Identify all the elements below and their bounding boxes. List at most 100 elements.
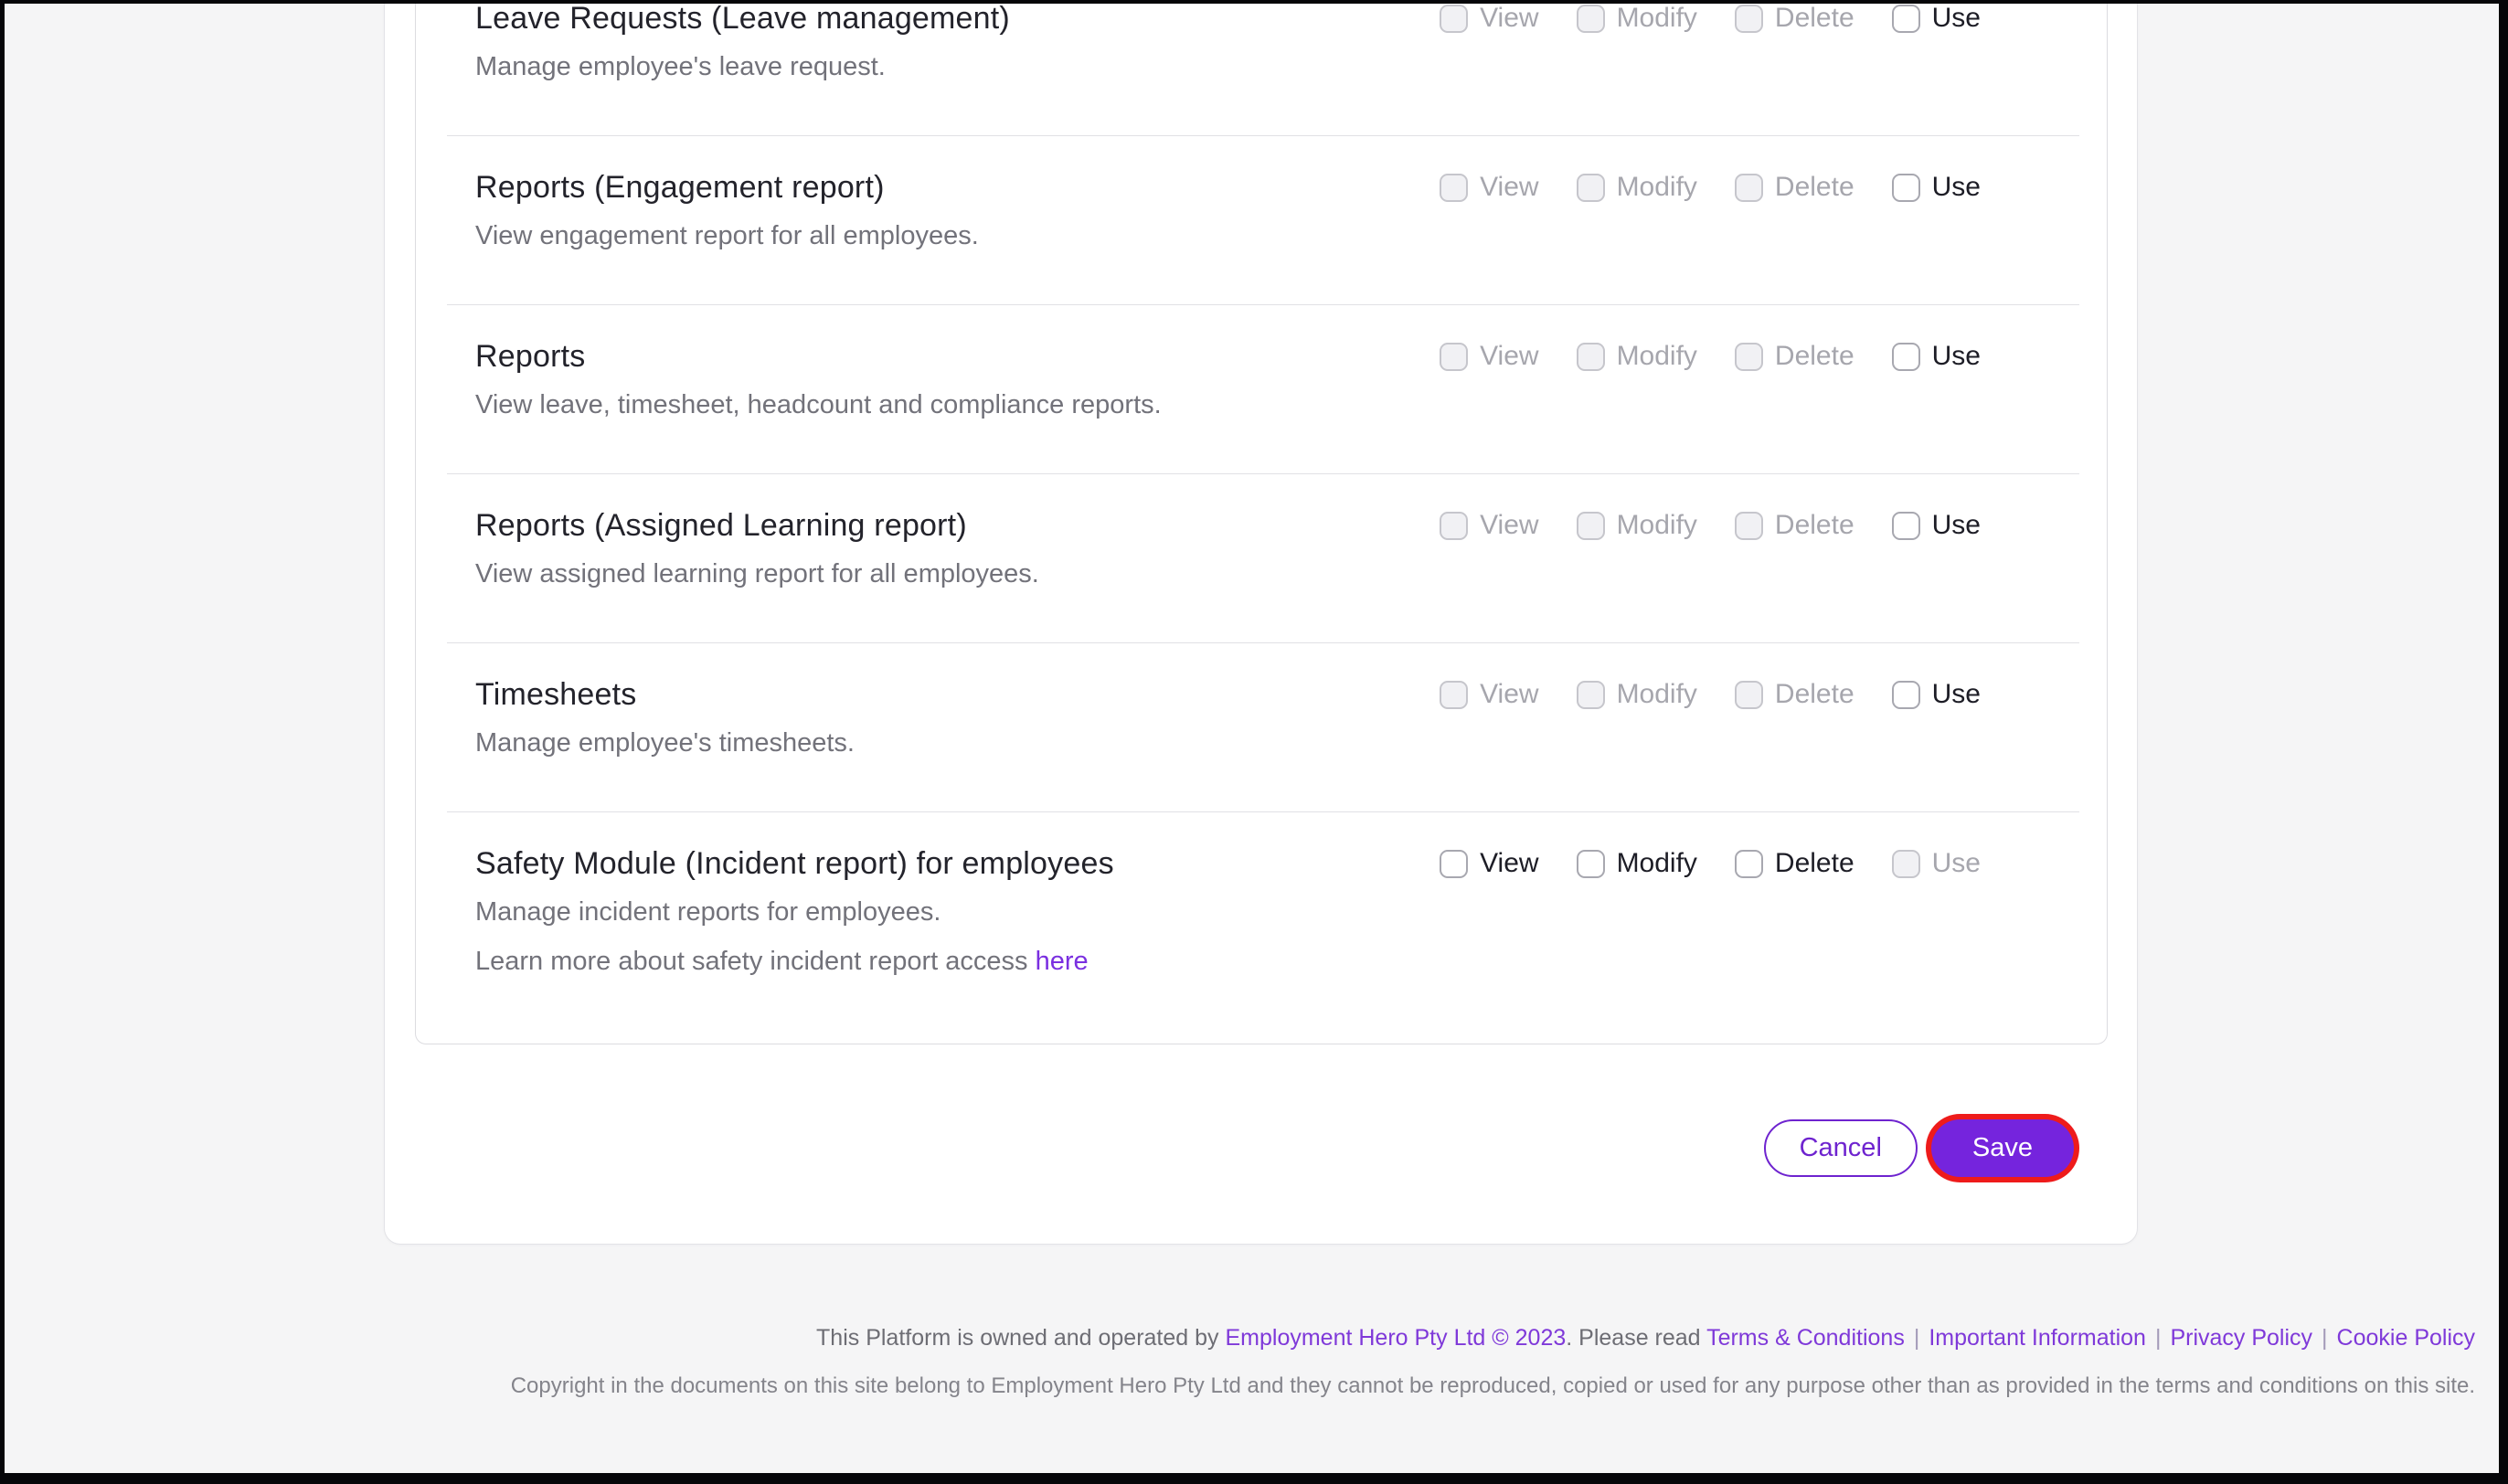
checkbox-view[interactable]: View (1440, 679, 1538, 710)
footer-link-terms[interactable]: Terms & Conditions (1706, 1325, 1905, 1351)
permission-title: Reports (Engagement report) (475, 167, 1403, 207)
checkbox-box[interactable] (1892, 343, 1920, 371)
checkbox-modify[interactable]: Modify (1577, 341, 1697, 372)
checkbox-use[interactable]: Use (1892, 679, 1981, 710)
permission-title: Reports (475, 336, 1403, 376)
footer-legal-line: This Platform is owned and operated by E… (373, 1323, 2475, 1352)
checkbox-box[interactable] (1440, 174, 1468, 202)
checkbox-label: Use (1932, 679, 1981, 710)
checkbox-box[interactable] (1440, 512, 1468, 540)
footer-separator: | (1914, 1325, 1920, 1351)
checkbox-use[interactable]: Use (1892, 848, 1981, 879)
checkbox-use[interactable]: Use (1892, 172, 1981, 203)
checkbox-box[interactable] (1440, 850, 1468, 878)
permission-checkboxes: View Modify Delete Use (1440, 510, 1981, 541)
checkbox-label: Use (1932, 848, 1981, 879)
learn-more-link[interactable]: here (1036, 947, 1089, 976)
checkbox-modify[interactable]: Modify (1577, 510, 1697, 541)
footer-link-privacy-policy[interactable]: Privacy Policy (2170, 1325, 2312, 1351)
checkbox-box[interactable] (1440, 5, 1468, 33)
checkbox-box[interactable] (1735, 343, 1763, 371)
footer-link-important-information[interactable]: Important Information (1929, 1325, 2146, 1351)
permission-description: Manage employee's leave request. (475, 49, 1403, 84)
checkbox-label: Use (1932, 341, 1981, 372)
permission-info: Reports (Engagement report) View engagem… (475, 167, 1440, 253)
checkbox-view[interactable]: View (1440, 510, 1538, 541)
checkbox-delete[interactable]: Delete (1735, 172, 1854, 203)
checkbox-label: Delete (1775, 172, 1854, 203)
checkbox-label: Delete (1775, 679, 1854, 710)
checkbox-delete[interactable]: Delete (1735, 341, 1854, 372)
permission-info: Safety Module (Incident report) for empl… (475, 843, 1440, 979)
checkbox-label: Delete (1775, 341, 1854, 372)
checkbox-box[interactable] (1735, 512, 1763, 540)
save-button[interactable]: Save (1931, 1119, 2074, 1177)
checkbox-box[interactable] (1577, 512, 1605, 540)
permission-title: Safety Module (Incident report) for empl… (475, 843, 1403, 884)
checkbox-view[interactable]: View (1440, 848, 1538, 879)
checkbox-delete[interactable]: Delete (1735, 4, 1854, 34)
checkbox-delete[interactable]: Delete (1735, 848, 1854, 879)
checkbox-label: Modify (1617, 4, 1697, 34)
permissions-card: Leave Requests (Leave management) Manage… (384, 4, 2138, 1245)
checkbox-modify[interactable]: Modify (1577, 4, 1697, 34)
checkbox-use[interactable]: Use (1892, 510, 1981, 541)
checkbox-label: Use (1932, 4, 1981, 34)
checkbox-box[interactable] (1892, 512, 1920, 540)
permission-description: View engagement report for all employees… (475, 218, 1403, 253)
footer-text: This Platform is owned and operated by (816, 1325, 1225, 1351)
checkbox-box[interactable] (1892, 5, 1920, 33)
checkbox-modify[interactable]: Modify (1577, 848, 1697, 879)
permission-row: Reports View leave, timesheet, headcount… (447, 305, 2079, 474)
checkbox-label: View (1480, 341, 1538, 372)
checkbox-box[interactable] (1892, 681, 1920, 709)
checkbox-modify[interactable]: Modify (1577, 172, 1697, 203)
checkbox-delete[interactable]: Delete (1735, 679, 1854, 710)
checkbox-use[interactable]: Use (1892, 341, 1981, 372)
checkbox-label: View (1480, 4, 1538, 34)
permission-info: Timesheets Manage employee's timesheets. (475, 674, 1440, 760)
checkbox-label: Modify (1617, 848, 1697, 879)
checkbox-label: View (1480, 848, 1538, 879)
permission-info: Leave Requests (Leave management) Manage… (475, 4, 1440, 84)
permission-description: View leave, timesheet, headcount and com… (475, 387, 1403, 422)
checkbox-box[interactable] (1735, 5, 1763, 33)
permission-row: Reports (Engagement report) View engagem… (447, 136, 2079, 305)
checkbox-box[interactable] (1735, 681, 1763, 709)
footer-text: . Please read (1566, 1325, 1706, 1351)
cancel-button[interactable]: Cancel (1764, 1119, 1918, 1177)
permission-description: View assigned learning report for all em… (475, 556, 1403, 591)
checkbox-label: Delete (1775, 848, 1854, 879)
checkbox-label: Use (1932, 510, 1981, 541)
footer-company-link[interactable]: Employment Hero Pty Ltd © 2023 (1225, 1325, 1566, 1351)
permission-checkboxes: View Modify Delete Use (1440, 848, 1981, 879)
checkbox-box[interactable] (1735, 174, 1763, 202)
checkbox-modify[interactable]: Modify (1577, 679, 1697, 710)
form-actions: Cancel Save (1764, 1119, 2074, 1177)
checkbox-box[interactable] (1735, 850, 1763, 878)
checkbox-label: Delete (1775, 510, 1854, 541)
checkbox-box[interactable] (1577, 850, 1605, 878)
checkbox-delete[interactable]: Delete (1735, 510, 1854, 541)
checkbox-box[interactable] (1892, 174, 1920, 202)
footer-separator: | (2155, 1325, 2162, 1351)
checkbox-view[interactable]: View (1440, 4, 1538, 34)
permission-learn-more: Learn more about safety incident report … (475, 944, 1403, 979)
checkbox-box[interactable] (1577, 343, 1605, 371)
permissions-list: Leave Requests (Leave management) Manage… (415, 4, 2108, 1044)
checkbox-label: Modify (1617, 679, 1697, 710)
checkbox-use[interactable]: Use (1892, 4, 1981, 34)
checkbox-box[interactable] (1440, 681, 1468, 709)
permission-info: Reports View leave, timesheet, headcount… (475, 336, 1440, 422)
checkbox-box[interactable] (1440, 343, 1468, 371)
checkbox-box[interactable] (1577, 5, 1605, 33)
learn-more-text: Learn more about safety incident report … (475, 947, 1036, 976)
checkbox-box[interactable] (1892, 850, 1920, 878)
permission-row: Safety Module (Incident report) for empl… (447, 812, 2079, 1030)
permission-row: Timesheets Manage employee's timesheets.… (447, 643, 2079, 812)
footer-link-cookie-policy[interactable]: Cookie Policy (2337, 1325, 2475, 1351)
checkbox-box[interactable] (1577, 174, 1605, 202)
checkbox-view[interactable]: View (1440, 341, 1538, 372)
checkbox-box[interactable] (1577, 681, 1605, 709)
checkbox-view[interactable]: View (1440, 172, 1538, 203)
